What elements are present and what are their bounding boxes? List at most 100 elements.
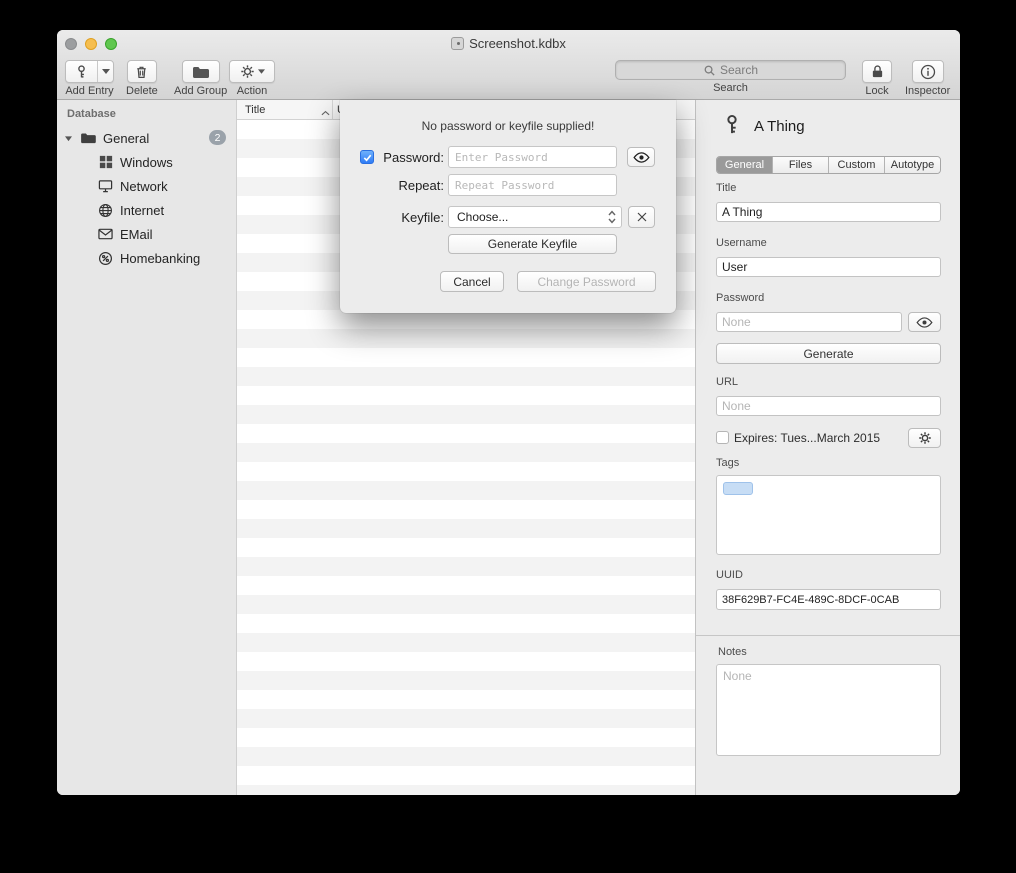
inspector-button[interactable] [912,60,944,83]
sidebar-item-homebanking[interactable]: Homebanking [57,246,236,270]
clear-keyfile-button[interactable] [628,206,655,228]
delete-button[interactable] [127,60,157,83]
inspector-toolbar-item: Inspector [905,60,950,97]
inspector-divider [696,635,960,636]
inspector-panel: A Thing General Files Custom Autotype Ti… [695,100,960,795]
tag-pill[interactable] [723,482,753,495]
tab-general[interactable]: General [717,157,772,173]
lock-label: Lock [865,85,888,97]
username-field[interactable] [716,257,941,277]
sidebar-item-windows[interactable]: Windows [57,150,236,174]
eye-icon [633,152,650,163]
group-count-badge: 2 [209,130,226,145]
add-entry-label: Add Entry [65,85,113,97]
title-field[interactable] [716,202,941,222]
desktop: Screenshot.kdbx Add Entry [0,0,1016,873]
lock-icon [871,64,884,79]
tab-autotype[interactable]: Autotype [884,157,940,173]
tags-label: Tags [716,457,739,469]
add-entry-button[interactable] [65,60,114,83]
password-field-label: Password [716,292,764,304]
network-icon [97,179,114,193]
reveal-password-button[interactable] [908,312,941,332]
sidebar-item-label: Internet [120,203,164,218]
popup-stepper-icon [608,210,616,224]
search-input[interactable]: Search [615,60,846,80]
password-label: Password: [376,150,444,165]
add-group-label: Add Group [174,85,227,97]
window-chrome: Screenshot.kdbx Add Entry [57,30,960,100]
disclosure-triangle-icon[interactable] [63,135,73,142]
search-label: Search [713,82,748,94]
keyfile-popup-value: Choose... [457,210,508,224]
search-icon [703,64,716,77]
sort-ascending-icon [321,107,330,119]
app-window: Screenshot.kdbx Add Entry [57,30,960,795]
notes-field[interactable] [716,664,941,756]
action-toolbar-item: Action [229,60,275,97]
tab-custom[interactable]: Custom [828,157,884,173]
sidebar-item-label: Windows [120,155,173,170]
checkmark-icon [362,152,373,163]
sheet-repeat-field[interactable] [448,174,617,196]
gear-icon [918,431,932,445]
key-icon [66,61,97,82]
globe-icon [97,203,114,218]
sidebar-item-label: EMail [120,227,153,242]
sheet-message: No password or keyfile supplied! [340,119,676,133]
change-password-button[interactable]: Change Password [517,271,656,292]
inspector-label: Inspector [905,85,950,97]
add-group-toolbar-item: Add Group [174,60,227,97]
keyfile-label: Keyfile: [376,210,444,225]
username-field-label: Username [716,237,767,249]
chevron-down-icon [258,69,265,74]
eye-icon [916,317,933,328]
uuid-field[interactable] [716,589,941,610]
inspector-tabs: General Files Custom Autotype [716,156,941,174]
sidebar-header: Database [67,108,116,120]
close-x-icon [636,211,648,223]
delete-label: Delete [126,85,158,97]
sidebar-item-email[interactable]: EMail [57,222,236,246]
expires-settings-button[interactable] [908,428,941,448]
delete-toolbar-item: Delete [126,60,158,97]
sidebar-item-label: Homebanking [120,251,200,266]
tags-box[interactable] [716,475,941,555]
expires-label: Expires: Tues...March 2015 [734,431,880,445]
notes-label: Notes [718,646,747,658]
expires-checkbox[interactable] [716,431,729,444]
lock-button[interactable] [862,60,892,83]
sheet-reveal-password-button[interactable] [627,147,655,167]
column-header-title[interactable]: Title [245,104,265,116]
sheet-password-field[interactable] [448,146,617,168]
password-checkbox[interactable] [360,150,374,164]
action-label: Action [237,85,268,97]
cancel-button[interactable]: Cancel [440,271,504,292]
chevron-down-icon[interactable] [97,61,113,82]
titlebar[interactable]: Screenshot.kdbx [57,30,960,57]
url-field-label: URL [716,376,738,388]
keyfile-popup[interactable]: Choose... [448,206,622,228]
entry-title: A Thing [754,118,805,135]
column-divider [332,100,333,119]
trash-icon [134,64,149,80]
sidebar-item-label: General [103,131,149,146]
url-field[interactable] [716,396,941,416]
sidebar-item-internet[interactable]: Internet [57,198,236,222]
sidebar-item-network[interactable]: Network [57,174,236,198]
tab-files[interactable]: Files [772,157,828,173]
windows-icon [97,155,114,169]
mail-icon [97,228,114,240]
generate-keyfile-button[interactable]: Generate Keyfile [448,234,617,254]
add-group-button[interactable] [182,60,220,83]
sidebar: Database General 2 Windows [57,100,237,795]
title-field-label: Title [716,182,736,194]
password-field[interactable] [716,312,902,332]
key-icon [722,114,742,141]
uuid-label: UUID [716,569,743,581]
action-button[interactable] [229,60,275,83]
generate-password-button[interactable]: Generate [716,343,941,364]
banking-percent-icon [97,251,114,266]
add-entry-toolbar-item: Add Entry [65,60,114,97]
sidebar-item-general[interactable]: General 2 [57,126,236,150]
